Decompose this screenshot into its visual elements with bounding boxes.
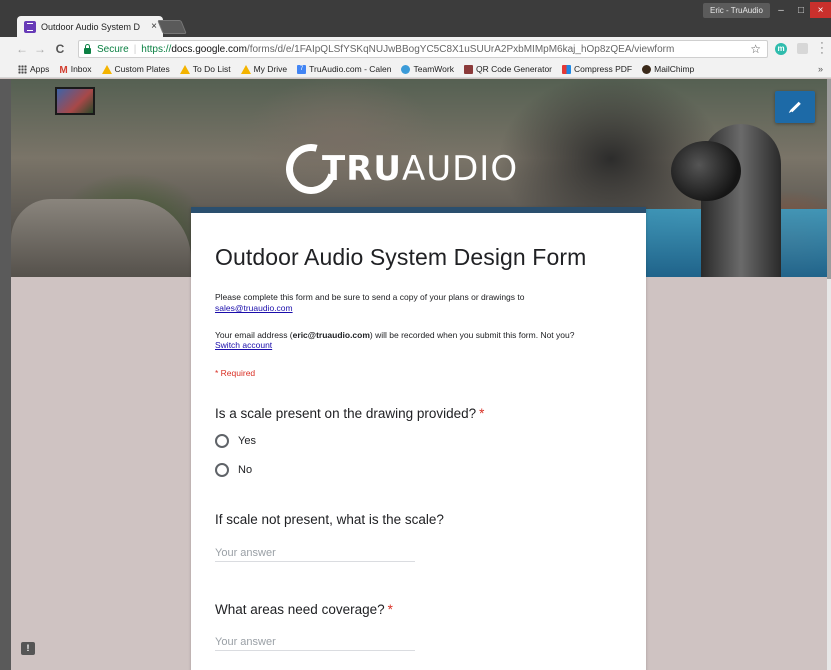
- google-forms-favicon-icon: [24, 20, 36, 33]
- email-note-suffix: ) will be recorded when you submit this …: [369, 330, 575, 340]
- minimize-button[interactable]: –: [770, 2, 792, 18]
- radio-button[interactable]: [215, 434, 229, 448]
- radio-option-no[interactable]: No: [215, 463, 252, 477]
- question-title: If scale not present, what is the scale?: [215, 512, 444, 527]
- required-asterisk: *: [387, 602, 393, 617]
- bookmark-compress-pdf[interactable]: Compress PDF: [562, 64, 632, 74]
- description-text: Please complete this form and be sure to…: [215, 292, 525, 302]
- bookmark-my-drive[interactable]: My Drive: [240, 64, 287, 74]
- form-card: Outdoor Audio System Design Form Please …: [191, 207, 646, 670]
- scrollbar-thumb[interactable]: [827, 79, 831, 279]
- report-feedback-icon[interactable]: !: [21, 642, 35, 655]
- banner-rock: [11, 199, 191, 277]
- secure-label: Secure: [97, 43, 129, 55]
- url-scheme: https://: [141, 43, 172, 55]
- banner-outdoor-tv: [55, 87, 95, 115]
- logo-text-audio: AUDIO: [401, 149, 519, 189]
- email-note-prefix: Your email address (: [215, 330, 293, 340]
- page-scrollbar[interactable]: [827, 79, 831, 670]
- radio-label: No: [238, 464, 253, 476]
- drive-icon: [179, 64, 190, 74]
- close-window-button[interactable]: ×: [810, 2, 831, 18]
- url-path: /forms/d/e/1FAIpQLSfYSKqNUJwBBogYC5C8X1u…: [246, 43, 675, 55]
- radio-option-yes[interactable]: Yes: [215, 434, 256, 448]
- bookmark-custom-plates[interactable]: Custom Plates: [101, 64, 170, 74]
- calendar-icon: 7: [297, 64, 307, 74]
- new-tab-button[interactable]: [157, 20, 187, 34]
- truaudio-logo: TRU AUDIO: [276, 134, 519, 204]
- tab-title: Outdoor Audio System D: [41, 21, 141, 32]
- edit-form-button[interactable]: [775, 91, 815, 123]
- required-asterisk: *: [479, 406, 485, 421]
- switch-account-link[interactable]: Switch account: [215, 340, 625, 350]
- address-bar[interactable]: Secure | https:// docs.google.com /forms…: [78, 40, 768, 58]
- scale-answer-input[interactable]: [215, 544, 415, 562]
- form-title: Outdoor Audio System Design Form: [215, 244, 587, 270]
- banner-speaker: [671, 141, 741, 201]
- pdf-icon: [562, 64, 572, 74]
- bookmark-mailchimp[interactable]: MailChimp: [642, 64, 694, 74]
- back-arrow-icon[interactable]: ←: [13, 42, 31, 56]
- bookmark-truaudio-calendar[interactable]: 7 TruAudio.com - Calen: [297, 64, 391, 74]
- sales-email-link[interactable]: sales@truaudio.com: [215, 303, 625, 314]
- bookmark-apps[interactable]: Apps: [18, 64, 49, 74]
- drive-icon: [240, 64, 251, 74]
- question-scale-value: If scale not present, what is the scale?: [215, 512, 444, 527]
- browser-tab-active[interactable]: Outdoor Audio System D ×: [17, 16, 163, 37]
- bookmark-teamwork[interactable]: TeamWork: [401, 64, 454, 74]
- extension-icon[interactable]: [797, 43, 808, 54]
- window-left-edge: [0, 79, 11, 670]
- bookmark-qr-code-generator[interactable]: QR Code Generator: [463, 64, 552, 74]
- apps-grid-icon: [18, 64, 27, 74]
- bookmark-star-icon[interactable]: ☆: [750, 42, 761, 56]
- tab-close-icon[interactable]: ×: [151, 21, 157, 32]
- gmail-icon: M: [59, 64, 68, 76]
- profile-button[interactable]: Eric - TruAudio: [703, 3, 770, 18]
- coverage-answer-input[interactable]: [215, 633, 415, 651]
- logo-swoosh-icon: [276, 134, 346, 204]
- radio-label: Yes: [238, 435, 256, 447]
- form-description: Please complete this form and be sure to…: [215, 292, 625, 314]
- url-host: docs.google.com: [171, 43, 247, 55]
- qr-code-icon: [463, 64, 473, 74]
- bookmarks-overflow-icon[interactable]: »: [818, 64, 823, 74]
- bookmark-inbox[interactable]: M Inbox: [59, 64, 91, 76]
- window-titlebar: Outdoor Audio System D × Eric - TruAudio…: [0, 0, 831, 37]
- question-scale-present: Is a scale present on the drawing provid…: [215, 406, 484, 421]
- pencil-icon: [789, 101, 801, 113]
- question-coverage-areas: What areas need coverage? *: [215, 602, 393, 617]
- browser-menu-icon[interactable]: · · ·: [819, 38, 825, 59]
- user-email: eric@truaudio.com: [292, 330, 370, 340]
- required-note: * Required: [215, 368, 256, 378]
- bookmark-to-do-list[interactable]: To Do List: [179, 64, 231, 74]
- mailchimp-icon: [642, 64, 652, 74]
- teamwork-icon: [401, 64, 411, 74]
- drive-icon: [101, 64, 112, 74]
- page-viewport: TRU AUDIO Outdoor Audio System Design Fo…: [0, 79, 831, 670]
- reload-icon[interactable]: C: [51, 42, 69, 56]
- radio-button[interactable]: [215, 463, 229, 477]
- email-record-note: Your email address (eric@truaudio.com) w…: [215, 330, 625, 350]
- question-title: Is a scale present on the drawing provid…: [215, 406, 477, 421]
- maximize-button[interactable]: □: [790, 2, 812, 18]
- forward-arrow-icon[interactable]: →: [31, 42, 49, 56]
- question-title: What areas need coverage?: [215, 602, 385, 617]
- bookmarks-bar: Apps M Inbox Custom Plates To Do List My …: [0, 61, 831, 78]
- address-separator: |: [133, 43, 137, 55]
- browser-toolbar: ← → C Secure | https:// docs.google.com …: [0, 37, 831, 61]
- extension-m-icon[interactable]: m: [775, 43, 787, 55]
- lock-icon: [84, 43, 91, 54]
